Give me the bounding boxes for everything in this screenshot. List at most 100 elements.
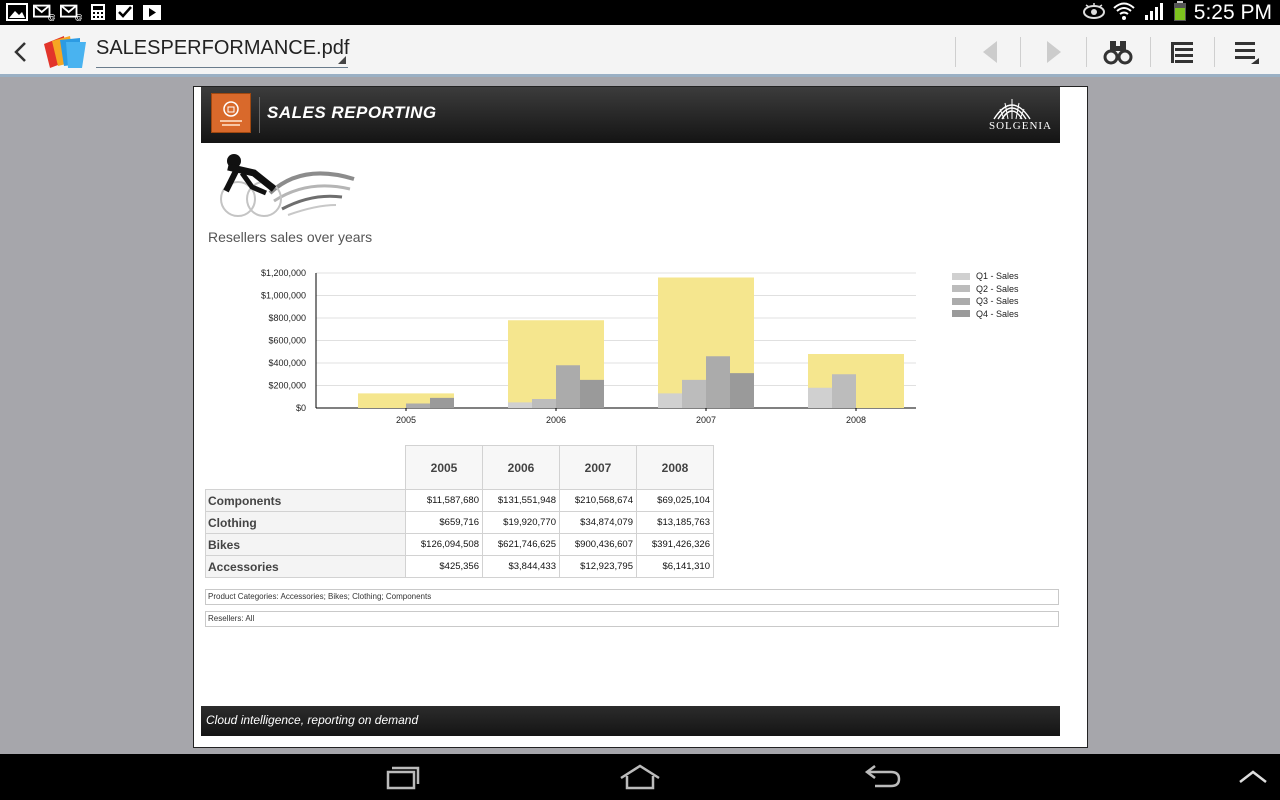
column-header: 2007 — [559, 445, 637, 490]
table-corner — [206, 446, 406, 490]
table-row: Accessories $425,356 $3,844,433 $12,923,… — [205, 555, 714, 578]
play-store-icon — [141, 3, 163, 21]
report-header: SALES REPORTING SOLGENIA — [201, 87, 1060, 143]
outline-list-icon[interactable] — [1162, 35, 1202, 69]
toolbar-separator — [1150, 37, 1151, 67]
toolbar-separator — [1020, 37, 1021, 67]
table-row: Components $11,587,680 $131,551,948 $210… — [205, 489, 714, 512]
back-icon[interactable] — [856, 762, 906, 792]
signal-icon — [1142, 1, 1166, 25]
legend-label: Q1 - Sales — [976, 271, 1019, 282]
legend-item: Q1 - Sales — [952, 270, 1052, 283]
table-cell: $69,025,104 — [636, 489, 714, 512]
sales-table: 2005 2006 2007 2008 Components $11,587,6… — [205, 445, 714, 578]
table-cell: $11,587,680 — [405, 489, 483, 512]
polaris-logo-icon[interactable] — [40, 32, 88, 72]
series-bar — [556, 365, 580, 408]
x-tick-label: 2008 — [846, 415, 866, 425]
x-tick-label: 2005 — [396, 415, 416, 425]
wifi-icon — [1112, 1, 1136, 25]
next-icon[interactable] — [1034, 35, 1074, 69]
cyclist-icon — [212, 153, 360, 219]
table-cell: $659,716 — [405, 511, 483, 534]
series-bar — [706, 356, 730, 408]
table-cell: $425,356 — [405, 555, 483, 578]
series-bar — [682, 379, 706, 408]
legend-label: Q2 - Sales — [976, 283, 1019, 294]
menu-icon[interactable] — [1226, 35, 1266, 69]
app-toolbar: SALESPERFORMANCE.pdf — [0, 25, 1280, 77]
report-title: SALES REPORTING — [267, 103, 437, 122]
checkbox-icon — [114, 3, 136, 21]
series-bar — [658, 393, 682, 408]
home-icon[interactable] — [615, 762, 665, 792]
eye-icon — [1082, 2, 1106, 24]
sales-table-wrap: 2005 2006 2007 2008 Components $11,587,6… — [205, 445, 714, 578]
table-cell: $391,426,326 — [636, 533, 714, 556]
table-cell: $3,844,433 — [482, 555, 560, 578]
brand-name: SOLGENIA — [989, 120, 1052, 132]
table-cell: $19,920,770 — [482, 511, 560, 534]
footer-text: Cloud intelligence, reporting on demand — [206, 713, 419, 727]
filter-resellers: Resellers: All — [205, 611, 1059, 627]
table-cell: $6,141,310 — [636, 555, 714, 578]
toolbar-separator — [955, 37, 956, 67]
row-label: Accessories — [205, 555, 406, 578]
battery-icon — [1172, 0, 1188, 26]
status-bar: @ @ 5:25 PM — [0, 0, 1280, 25]
table-cell: $13,185,763 — [636, 511, 714, 534]
legend-swatch — [952, 297, 970, 305]
series-bar — [730, 373, 754, 408]
x-tick-label: 2007 — [696, 415, 716, 425]
mail-at-icon: @ — [33, 3, 55, 21]
toolbar-separator — [1086, 37, 1087, 67]
y-tick-label: $1,000,000 — [261, 291, 306, 301]
calculator-icon — [87, 3, 109, 21]
svg-text:@: @ — [75, 11, 82, 21]
mail-at-icon: @ — [60, 3, 82, 21]
binoculars-search-icon[interactable] — [1098, 35, 1138, 69]
y-tick-label: $0 — [296, 403, 306, 413]
filter-product-categories: Product Categories: Accessories; Bikes; … — [205, 589, 1059, 605]
table-cell: $210,568,674 — [559, 489, 637, 512]
y-tick-label: $600,000 — [268, 336, 306, 346]
chart-heading: Resellers sales over years — [208, 229, 373, 245]
report-footer: Cloud intelligence, reporting on demand — [201, 706, 1060, 736]
chevron-up-icon[interactable] — [1228, 762, 1278, 792]
series-bar — [406, 403, 430, 408]
legend-item: Q4 - Sales — [952, 308, 1052, 321]
series-bar — [808, 387, 832, 408]
report-logo-icon — [211, 93, 251, 133]
y-tick-label: $1,200,000 — [261, 268, 306, 278]
y-tick-label: $400,000 — [268, 358, 306, 368]
toolbar-separator — [1214, 37, 1215, 67]
x-tick-label: 2006 — [546, 415, 566, 425]
back-arrow-icon[interactable] — [10, 39, 32, 65]
table-row: Bikes $126,094,508 $621,746,625 $900,436… — [205, 533, 714, 556]
document-title-selector[interactable]: SALESPERFORMANCE.pdf — [96, 33, 349, 68]
column-header: 2006 — [482, 445, 560, 490]
series-bar — [580, 379, 604, 408]
row-label: Components — [205, 489, 406, 512]
column-header: 2008 — [636, 445, 714, 490]
legend-swatch — [952, 285, 970, 293]
series-bar — [430, 397, 454, 408]
table-cell: $126,094,508 — [405, 533, 483, 556]
series-bar — [832, 374, 856, 408]
legend-label: Q3 - Sales — [976, 296, 1019, 307]
legend-swatch — [952, 272, 970, 280]
y-tick-label: $800,000 — [268, 313, 306, 323]
previous-icon[interactable] — [970, 35, 1010, 69]
legend-swatch — [952, 310, 970, 318]
sales-bar-chart: $1,200,000 $1,000,000 $800,000 $600,000 $400… — [261, 268, 916, 425]
navigation-bar — [0, 754, 1280, 800]
column-header: 2005 — [405, 445, 483, 490]
recent-apps-icon[interactable] — [375, 762, 425, 792]
table-cell: $900,436,607 — [559, 533, 637, 556]
svg-text:@: @ — [48, 11, 55, 21]
gallery-icon — [6, 3, 28, 21]
pdf-page[interactable]: SALES REPORTING SOLGENIA Resellers sales… — [193, 86, 1088, 748]
legend-item: Q3 - Sales — [952, 295, 1052, 308]
table-cell: $621,746,625 — [482, 533, 560, 556]
table-cell: $12,923,795 — [559, 555, 637, 578]
